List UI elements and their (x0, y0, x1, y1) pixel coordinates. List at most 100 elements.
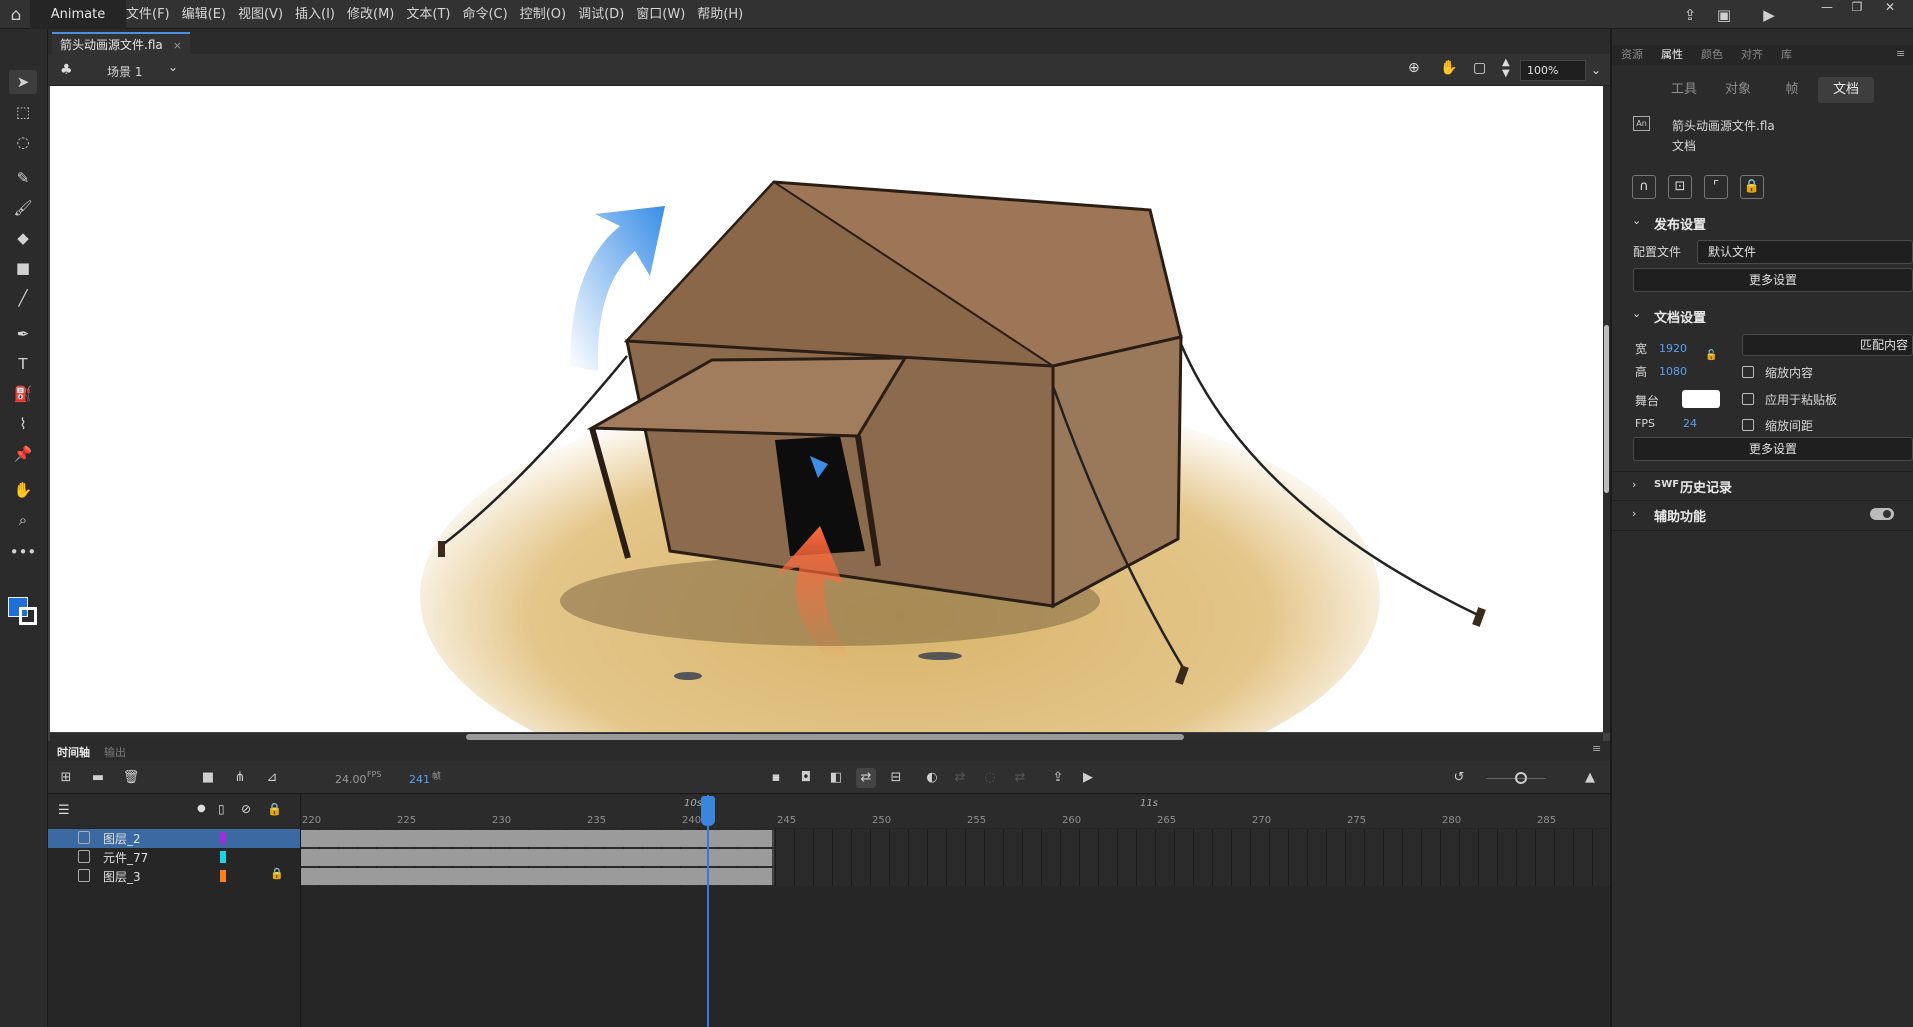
eraser-tool-icon[interactable]: ◆ (9, 226, 37, 250)
frame-span[interactable] (301, 830, 774, 847)
close-window-icon[interactable]: ✕ (1875, 0, 1905, 16)
create-tween-icon[interactable]: ⇄ (856, 768, 876, 788)
layer-row[interactable]: 图层_2 (48, 829, 301, 848)
menu-commands[interactable]: 命令(C) (456, 0, 513, 29)
layer-name[interactable]: 元件_77 (103, 849, 148, 866)
collapse-timeline-icon[interactable]: ▲ (1580, 768, 1600, 788)
close-tab-icon[interactable]: × (173, 39, 182, 52)
outline-layers-icon[interactable]: ▯ (218, 802, 225, 816)
accessibility-chevron-right-icon[interactable]: › (1632, 507, 1636, 520)
horizontal-scroll-thumb[interactable] (466, 734, 1184, 740)
height-value[interactable]: 1080 (1659, 365, 1687, 378)
insert-keyframe-icon[interactable]: ▪ (766, 768, 786, 788)
link-dimensions-icon[interactable]: 🔓 (1705, 350, 1717, 361)
menu-control[interactable]: 控制(O) (514, 0, 572, 29)
stroke-color-swatch[interactable] (19, 607, 37, 625)
tab-assets[interactable]: 资源 (1612, 45, 1652, 65)
stage-canvas[interactable] (50, 86, 1603, 732)
stage-color-swatch[interactable] (1682, 390, 1720, 408)
fps-setting-value[interactable]: 24 (1683, 417, 1697, 430)
menu-debug[interactable]: 调试(D) (572, 0, 630, 29)
paint-bucket-tool-icon[interactable]: ⛽ (9, 382, 37, 406)
layers-stack-icon[interactable]: ☰ (58, 803, 70, 818)
layer-name[interactable]: 图层_3 (103, 868, 141, 885)
menu-insert[interactable]: 插入(I) (289, 0, 341, 29)
home-icon[interactable]: ⌂ (6, 5, 26, 25)
accessibility-title[interactable]: 辅助功能 (1654, 506, 1706, 525)
layer-color-swatch[interactable] (220, 832, 226, 844)
swf-history-title[interactable]: 历史记录 (1680, 477, 1732, 496)
layer-depth-icon[interactable]: ⊿ (262, 768, 282, 788)
scene-name[interactable]: 场景 1 (107, 63, 142, 80)
new-layer-icon[interactable]: ⊞ (56, 768, 76, 788)
insert-frame-icon[interactable]: ◧ (826, 768, 846, 788)
pen-tool-icon[interactable]: ✒ (9, 322, 37, 346)
lock-layers-icon[interactable]: 🔒 (267, 802, 282, 816)
menu-modify[interactable]: 修改(M) (341, 0, 400, 29)
publish-more-settings-button[interactable]: 更多设置 (1633, 268, 1913, 292)
tab-library[interactable]: 库 (1772, 45, 1801, 65)
restore-icon[interactable]: ❐ (1842, 0, 1872, 16)
layer-color-swatch[interactable] (220, 870, 226, 882)
document-settings-icon[interactable]: ⌜ (1704, 175, 1728, 199)
tab-properties[interactable]: 属性 (1652, 45, 1692, 65)
current-frame-value[interactable]: 241 (409, 773, 430, 786)
play-icon[interactable]: ▶ (1078, 768, 1098, 788)
text-tool-icon[interactable]: T (9, 352, 37, 376)
menu-text[interactable]: 文本(T) (400, 0, 456, 29)
apply-pasteboard-checkbox[interactable] (1742, 393, 1754, 405)
document-settings-title[interactable]: 文档设置 (1654, 307, 1706, 326)
menu-help[interactable]: 帮助(H) (691, 0, 749, 29)
reset-view-icon[interactable]: ↺ (1449, 768, 1469, 788)
menu-file[interactable]: 文件(F) (120, 0, 176, 29)
swf-chevron-right-icon[interactable]: › (1632, 478, 1636, 491)
width-value[interactable]: 1920 (1659, 342, 1687, 355)
scale-content-checkbox[interactable] (1742, 366, 1754, 378)
line-tool-icon[interactable]: ╱ (9, 286, 37, 310)
brush-tool-icon[interactable]: 🖌 (9, 196, 37, 220)
output-tab[interactable]: 输出 (104, 744, 126, 760)
hand-tool-icon[interactable]: ✋ (9, 478, 37, 502)
publish-chevron-down-icon[interactable]: ⌄ (1632, 214, 1641, 227)
tab-color[interactable]: 颜色 (1692, 45, 1732, 65)
clip-stage-icon[interactable]: ▢ (1473, 60, 1486, 76)
menu-view[interactable]: 视图(V) (232, 0, 289, 29)
timeline-tab[interactable]: 时间轴 (57, 744, 90, 760)
edit-document-icon[interactable]: ⊡ (1668, 175, 1692, 199)
docsettings-chevron-down-icon[interactable]: ⌄ (1632, 307, 1641, 320)
onion-skin-icon[interactable]: ◐ (922, 768, 942, 788)
camera-icon[interactable]: ■ (198, 768, 218, 788)
tab-align[interactable]: 对齐 (1732, 45, 1772, 65)
menu-window[interactable]: 窗口(W) (630, 0, 691, 29)
hide-layers-icon[interactable]: ⊘ (241, 802, 251, 816)
swf-history-prefix[interactable]: SWF (1654, 479, 1679, 490)
free-transform-tool-icon[interactable]: ⬚ (9, 100, 37, 124)
highlight-layers-icon[interactable]: ● (197, 803, 206, 814)
scene-dropdown-chevron-down-icon[interactable]: ⌄ (168, 60, 178, 74)
pin-tool-icon[interactable]: 📌 (9, 442, 37, 466)
loop-export-icon[interactable]: ⇪ (1048, 768, 1068, 788)
rotate-stage-icon[interactable]: ✋ (1440, 60, 1457, 76)
paint-brush-tool-icon[interactable]: ✎ (9, 166, 37, 190)
zoom-tool-icon[interactable]: ⌕ (9, 508, 37, 532)
layer-parenting-icon[interactable]: ⋔ (230, 768, 250, 788)
subtab-tool[interactable]: 工具 (1656, 77, 1712, 103)
new-folder-icon[interactable]: ▬ (88, 768, 108, 788)
zoom-stepper-icon[interactable]: ▲ ▼ (1502, 57, 1510, 79)
frame-span[interactable] (301, 868, 774, 885)
playhead-handle[interactable] (701, 796, 715, 826)
scale-spacing-checkbox[interactable] (1742, 419, 1754, 431)
insert-blank-keyframe-icon[interactable]: ◘ (796, 768, 816, 788)
remove-tween-icon[interactable]: ⊟ (886, 768, 906, 788)
lasso-tool-icon[interactable]: ◌ (9, 130, 37, 154)
timeline-menu-icon[interactable]: ≡ (1592, 742, 1601, 755)
match-content-button[interactable]: 匹配内容 (1742, 334, 1913, 356)
workspace-icon[interactable]: ▣ (1713, 4, 1735, 26)
publish-settings-title[interactable]: 发布设置 (1654, 214, 1706, 233)
layer-row[interactable]: 图层_3 🔒 (48, 867, 301, 886)
minimize-icon[interactable]: — (1812, 0, 1842, 16)
layer-row[interactable]: 元件_77 (48, 848, 301, 867)
rectangle-tool-icon[interactable]: ■ (9, 256, 37, 280)
frame-span[interactable] (301, 849, 774, 866)
playhead[interactable] (707, 795, 709, 1027)
